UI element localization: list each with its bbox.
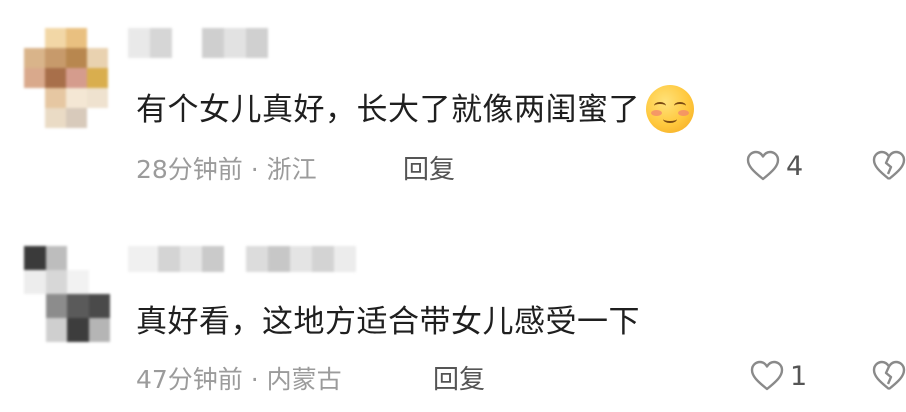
comment-time: 47分钟前	[136, 365, 243, 394]
reply-button[interactable]: 回复	[433, 359, 485, 396]
comment-meta: 47分钟前 · 内蒙古	[136, 360, 342, 396]
comment-meta: 28分钟前 · 浙江	[136, 150, 317, 186]
comment-text: 真好看，这地方适合带女儿感受一下	[136, 304, 640, 340]
dislike-button[interactable]	[872, 150, 906, 186]
like-button[interactable]: 4	[746, 150, 803, 182]
reply-button[interactable]: 回复	[403, 149, 455, 186]
comment-text: 有个女儿真好，长大了就像两闺蜜了	[136, 84, 694, 136]
broken-heart-icon	[872, 360, 906, 390]
username-pixelated[interactable]	[128, 246, 356, 272]
avatar[interactable]	[24, 246, 110, 342]
comment-text-content: 有个女儿真好，长大了就像两闺蜜了	[136, 92, 640, 128]
comment-item: 有个女儿真好，长大了就像两闺蜜了 28分钟前 · 浙江 回复 4	[0, 0, 906, 206]
meta-separator: ·	[242, 365, 267, 394]
like-button[interactable]: 1	[750, 360, 807, 392]
comment-time: 28分钟前	[136, 155, 243, 184]
username-pixelated[interactable]	[128, 28, 268, 58]
like-count: 1	[790, 360, 808, 392]
heart-outline-icon	[746, 150, 780, 181]
comment-item: 真好看，这地方适合带女儿感受一下 47分钟前 · 内蒙古 回复 1	[0, 206, 906, 412]
dislike-button[interactable]	[872, 360, 906, 396]
avatar[interactable]	[24, 28, 108, 128]
comment-location: 内蒙古	[266, 365, 342, 394]
heart-outline-icon	[750, 360, 784, 391]
smiling-face-with-blush-emoji-icon	[646, 84, 694, 133]
comment-location: 浙江	[266, 155, 317, 184]
meta-separator: ·	[242, 155, 267, 184]
like-count: 4	[786, 150, 804, 182]
broken-heart-icon	[872, 150, 906, 180]
